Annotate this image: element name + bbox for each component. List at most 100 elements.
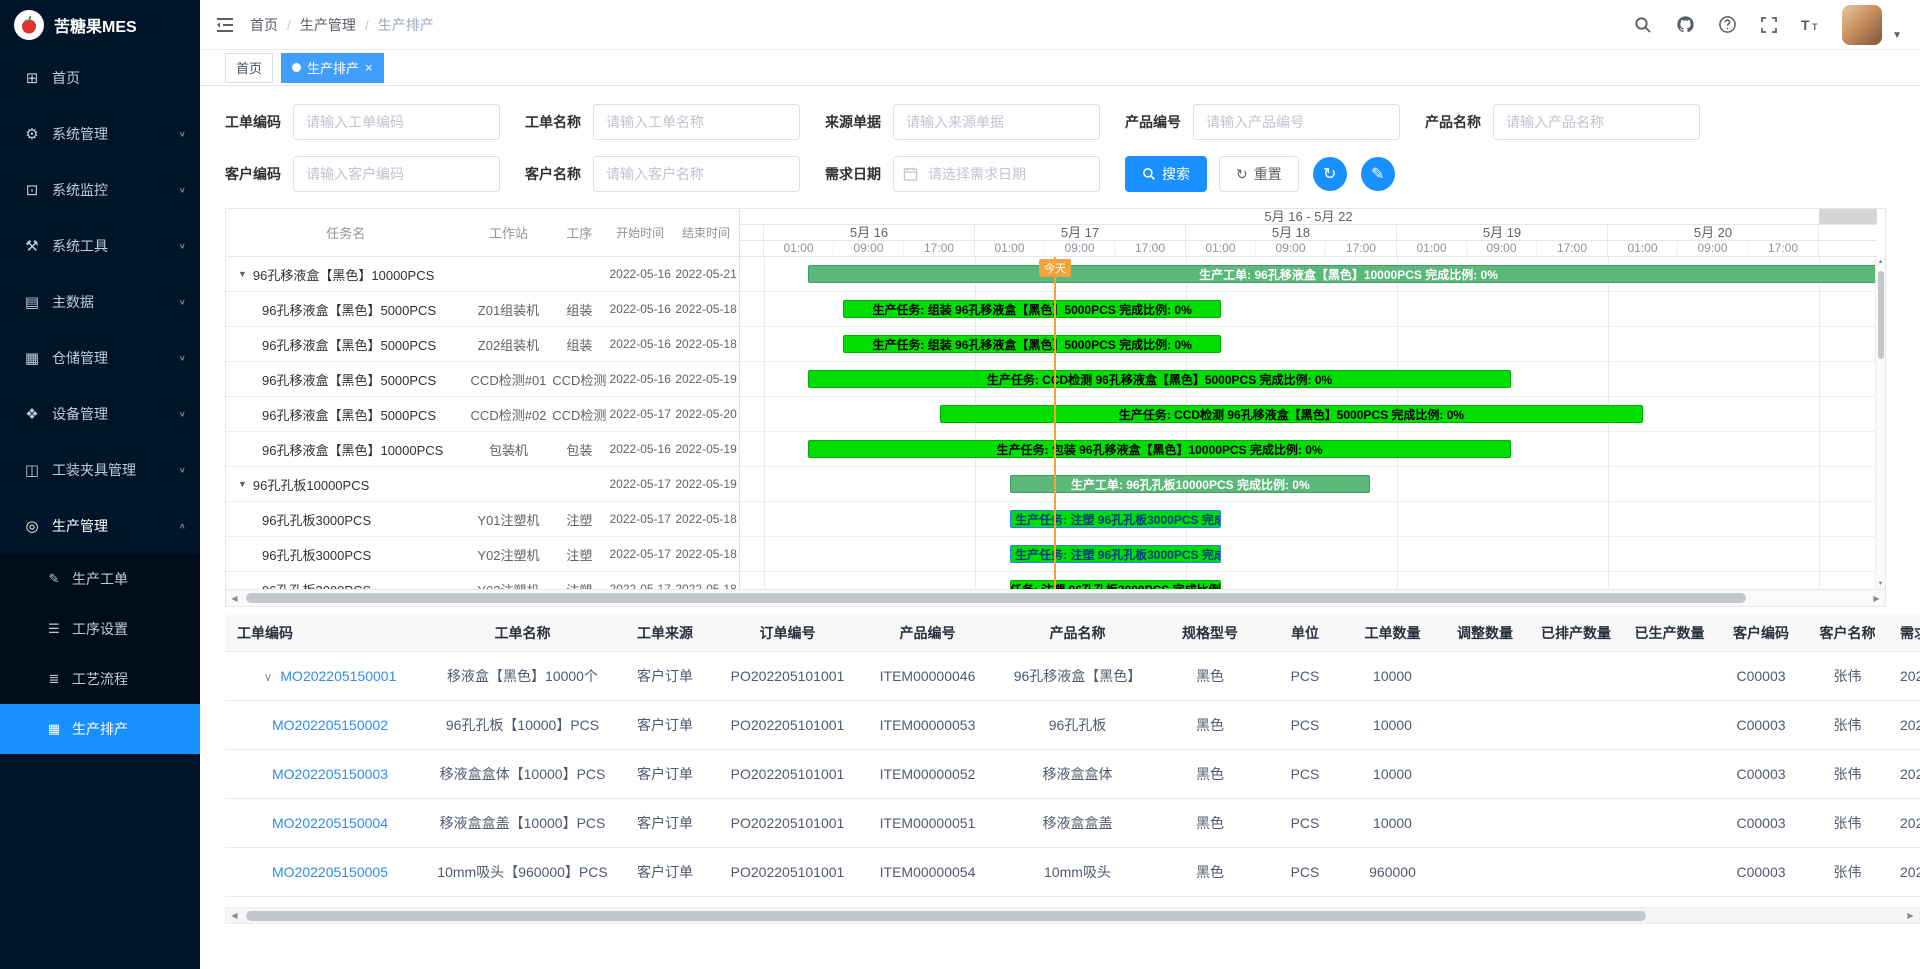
workorder-code-input[interactable] (293, 104, 500, 140)
sidebar-item-production-workorder[interactable]: ✎生产工单 (0, 554, 200, 604)
tab-production-scheduling[interactable]: 生产排产× (281, 53, 384, 83)
sidebar-item-production-management[interactable]: ◎生产管理∧ (0, 498, 200, 554)
gantt-task-row[interactable]: 96孔孔板3000PCSY01注塑机注塑2022-05-172022-05-18 (226, 502, 739, 537)
gantt-task-row[interactable]: 96孔移液盒【黑色】5000PCSZ01组装机组装2022-05-162022-… (226, 292, 739, 327)
workstation-cell: Z01组装机 (466, 300, 552, 319)
item-no-cell: ITEM00000046 (855, 651, 1000, 700)
gantt-bar[interactable]: 生产工单: 96孔孔板10000PCS 完成比例: 0% (1010, 475, 1370, 493)
workorder-link[interactable]: MO202205150004 (272, 815, 388, 831)
gantt-task-row[interactable]: 96孔孔板3000PCSY03注塑机注塑2022-05-172022-05-18 (226, 572, 739, 589)
gantt-bar[interactable]: 生产任务: 注塑 96孔孔板3000PCS 完成比例: 0% (1010, 510, 1221, 528)
user-avatar[interactable] (1842, 5, 1882, 45)
sidebar-item-system-management[interactable]: ⚙系统管理∨ (0, 106, 200, 162)
workorders-horizontal-scrollbar[interactable]: ◀ ▶ (225, 907, 1920, 924)
collapse-triangle-icon[interactable]: ▼ (238, 269, 247, 279)
scrollbar-thumb[interactable] (1878, 271, 1884, 359)
task-name: 96孔移液盒【黑色】10000PCS (253, 265, 434, 284)
gantt-task-row[interactable]: ▼96孔移液盒【黑色】10000PCS2022-05-162022-05-21 (226, 257, 739, 292)
sync-button[interactable]: ↻ (1313, 157, 1347, 191)
close-icon[interactable]: × (365, 61, 373, 74)
sidebar-item-fixture-management[interactable]: ◫工装夹具管理∨ (0, 442, 200, 498)
scroll-down-icon[interactable]: ▼ (1876, 579, 1885, 589)
sidebar-toggle-icon[interactable] (214, 14, 236, 36)
demand-date-input[interactable] (893, 156, 1100, 192)
font-size-icon[interactable]: TT (1800, 14, 1822, 36)
sidebar-item-master-data[interactable]: ▤主数据∨ (0, 274, 200, 330)
scroll-right-icon[interactable]: ▶ (1868, 590, 1885, 606)
task-name-cell: 96孔孔板3000PCS (226, 545, 466, 564)
user-menu-caret-icon[interactable]: ▼ (1892, 30, 1902, 45)
gantt-task-row[interactable]: 96孔孔板3000PCSY02注塑机注塑2022-05-172022-05-18 (226, 537, 739, 572)
item-no-cell: ITEM00000053 (855, 700, 1000, 749)
sidebar-item-process-settings[interactable]: ☰工序设置 (0, 604, 200, 654)
workorder-link[interactable]: MO202205150002 (272, 717, 388, 733)
task-name: 96孔移液盒【黑色】5000PCS (262, 405, 436, 424)
chevron-up-icon: ∧ (179, 522, 186, 531)
gantt-bar[interactable]: 生产任务: 组装 96孔移液盒【黑色】5000PCS 完成比例: 0% (843, 335, 1221, 353)
customer-name-label: 客户名称 (525, 164, 581, 184)
gantt-bar[interactable]: 生产任务: 注塑 96孔孔板3000PCS 完成比例: 0% (1010, 545, 1221, 563)
gantt-bar[interactable]: 生产任务: 注塑 96孔孔板3000PCS 完成比例: 0% (1010, 580, 1221, 589)
timeline-hour-group: 01:0009:0017:00 (975, 241, 1186, 256)
day-gridline (1608, 257, 1609, 589)
gantt-task-row[interactable]: 96孔移液盒【黑色】5000PCSZ02组装机组装2022-05-162022-… (226, 327, 739, 362)
sidebar-item-production-scheduling[interactable]: ▦生产排产 (0, 704, 200, 754)
process-cell: 组装 (551, 335, 607, 354)
scrollbar-thumb[interactable] (246, 593, 1746, 603)
gantt-bar[interactable]: 生产任务: 组装 96孔移液盒【黑色】5000PCS 完成比例: 0% (843, 300, 1221, 318)
gantt-bar[interactable]: 生产工单: 96孔移液盒【黑色】10000PCS 完成比例: 0% (808, 265, 1877, 283)
help-icon[interactable] (1716, 14, 1738, 36)
gantt-bar[interactable]: 生产任务: 包装 96孔移液盒【黑色】10000PCS 完成比例: 0% (808, 440, 1511, 458)
workorders-column-header: 已生产数量 (1622, 615, 1717, 651)
tab-home[interactable]: 首页 (225, 53, 273, 83)
task-name: 96孔移液盒【黑色】10000PCS (262, 440, 443, 459)
sidebar-item-warehouse-management[interactable]: ▦仓储管理∨ (0, 330, 200, 386)
github-icon[interactable] (1674, 14, 1696, 36)
workorder-link[interactable]: MO202205150001 (280, 668, 396, 684)
scroll-left-icon[interactable]: ◀ (226, 908, 243, 924)
customer-name-input[interactable] (593, 156, 800, 192)
gantt-vertical-scrollbar[interactable]: ▲ ▼ (1875, 257, 1885, 589)
breadcrumb-item[interactable]: 生产管理 (300, 15, 356, 35)
chevron-down-icon: ∨ (179, 242, 186, 251)
gantt-task-row[interactable]: ▼96孔孔板10000PCS2022-05-172022-05-19 (226, 467, 739, 502)
scroll-up-icon[interactable]: ▲ (1876, 257, 1885, 267)
gantt-task-row[interactable]: 96孔移液盒【黑色】5000PCSCCD检测#02CCD检测2022-05-17… (226, 397, 739, 432)
sidebar-item-label: 工装夹具管理 (52, 460, 179, 480)
sidebar-item-equipment-management[interactable]: ❖设备管理∨ (0, 386, 200, 442)
scroll-right-icon[interactable]: ▶ (1902, 908, 1919, 924)
sidebar-item-home[interactable]: ⊞首页 (0, 50, 200, 106)
workorder-link[interactable]: MO202205150005 (272, 864, 388, 880)
gantt-task-row[interactable]: 96孔移液盒【黑色】5000PCSCCD检测#01CCD检测2022-05-16… (226, 362, 739, 397)
reset-button[interactable]: ↻重置 (1219, 156, 1299, 192)
workorder-code-cell: MO202205150005 (225, 847, 435, 896)
sidebar-item-process-flow[interactable]: ≣工艺流程 (0, 654, 200, 704)
gantt-horizontal-scrollbar[interactable]: ◀ ▶ (226, 589, 1885, 606)
gantt-bar[interactable]: 生产任务: CCD检测 96孔移液盒【黑色】5000PCS 完成比例: 0% (940, 405, 1643, 423)
customer-code-input[interactable] (293, 156, 500, 192)
scrollbar-thumb[interactable] (246, 911, 1646, 921)
workorder-link[interactable]: MO202205150003 (272, 766, 388, 782)
workorder-name-input[interactable] (593, 104, 800, 140)
gantt-task-row[interactable]: 96孔移液盒【黑色】10000PCS包装机包装2022-05-162022-05… (226, 432, 739, 467)
scheduled-qty-cell (1530, 651, 1622, 700)
app-logo[interactable]: 苦糖果MES (0, 0, 200, 50)
collapse-triangle-icon[interactable]: ▼ (238, 479, 247, 489)
scroll-left-icon[interactable]: ◀ (226, 590, 243, 606)
source-doc-input[interactable] (893, 104, 1100, 140)
edit-button[interactable]: ✎ (1361, 157, 1395, 191)
customer-name-cell: 张伟 (1805, 798, 1890, 847)
sidebar-item-system-tools[interactable]: ⚒系统工具∨ (0, 218, 200, 274)
product-name-input[interactable] (1493, 104, 1700, 140)
expand-row-icon[interactable]: ∨ (264, 670, 273, 684)
gantt-bar[interactable]: 生产任务: CCD检测 96孔移液盒【黑色】5000PCS 完成比例: 0% (808, 370, 1511, 388)
search-icon[interactable] (1632, 14, 1654, 36)
sidebar-item-label: 生产排产 (72, 719, 128, 739)
sidebar-item-system-monitor[interactable]: ⊡系统监控∨ (0, 162, 200, 218)
product-code-input[interactable] (1193, 104, 1400, 140)
search-button[interactable]: 搜索 (1125, 156, 1207, 192)
breadcrumb-item[interactable]: 首页 (250, 15, 278, 35)
workorders-column-header: 需求日期 (1890, 615, 1920, 651)
fullscreen-icon[interactable] (1758, 14, 1780, 36)
dashboard-icon: ⊞ (20, 69, 44, 87)
